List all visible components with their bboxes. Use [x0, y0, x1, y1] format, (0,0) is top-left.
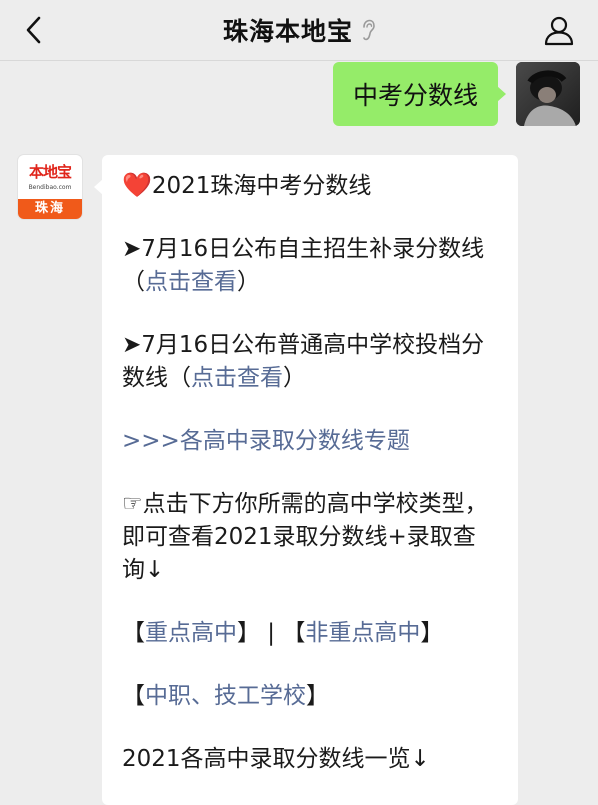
page-title: 珠海本地宝 — [222, 17, 353, 46]
bracket-close: 】 — [237, 620, 260, 646]
heart-icon: ❤️ — [122, 171, 152, 199]
user-avatar-image — [516, 62, 580, 126]
bracket-open: 【 — [122, 683, 145, 709]
message-title: 2021珠海中考分数线 — [151, 173, 372, 199]
bracket-open: 【 — [122, 620, 145, 646]
notice-item-2-end: ） — [283, 365, 306, 391]
topic-paragraph: >>>各高中录取分数线专题 — [122, 425, 498, 458]
topic-link[interactable]: >>>各高中录取分数线专题 — [122, 428, 410, 454]
bracket-close: 】 — [420, 620, 444, 646]
logo-url: Bendibao.com — [28, 184, 72, 191]
incoming-bubble: ❤️2021珠海中考分数线 ➤7月16日公布自主招生补录分数线（点击查看） ➤7… — [94, 155, 518, 805]
person-icon — [544, 16, 574, 46]
ear-icon — [361, 19, 375, 41]
bracket-close: 】 — [306, 683, 329, 709]
category-row-1: 【重点高中】 | 【非重点高中】 — [122, 617, 498, 650]
overview-text: 2021各高中录取分数线一览↓ — [122, 746, 430, 772]
profile-button[interactable] — [540, 11, 578, 49]
outgoing-message: 中考分数线 — [332, 62, 580, 126]
hint-text: ☞点击下方你所需的高中学校类型，即可查看2021录取分数线+录取查询↓ — [122, 491, 488, 583]
bracket-open: 【 — [282, 620, 306, 646]
notice-item-1: ➤7月16日公布自主招生补录分数线（点击查看） — [122, 233, 498, 299]
nav-title-group: 珠海本地宝 — [0, 0, 598, 60]
sender-avatar[interactable]: 本地宝 Bendibao.com 珠海 — [18, 155, 82, 219]
logo-city: 珠海 — [18, 199, 82, 219]
non-key-high-school-link[interactable]: 非重点高中 — [305, 620, 420, 646]
vocational-school-link[interactable]: 中职、技工学校 — [145, 683, 306, 709]
outgoing-bubble[interactable]: 中考分数线 — [332, 62, 507, 126]
notice-item-2: ➤7月16日公布普通高中学校投档分数线（点击查看） — [122, 329, 498, 395]
notice-item-1-end: ） — [237, 269, 260, 295]
category-separator: | — [260, 620, 283, 646]
chevron-left-icon — [26, 16, 41, 44]
category-row-2: 【中职、技工学校】 — [122, 680, 498, 713]
message-heading: ❤️2021珠海中考分数线 — [122, 169, 498, 203]
user-avatar[interactable] — [516, 62, 580, 126]
nav-bar: 珠海本地宝 — [0, 0, 598, 61]
outgoing-text: 中考分数线 — [352, 81, 478, 110]
logo-text: 本地宝 — [28, 163, 72, 181]
key-high-school-link[interactable]: 重点高中 — [145, 620, 237, 646]
back-button[interactable] — [16, 12, 52, 48]
view-link-1[interactable]: 点击查看 — [145, 269, 237, 295]
view-link-2[interactable]: 点击查看 — [191, 365, 283, 391]
